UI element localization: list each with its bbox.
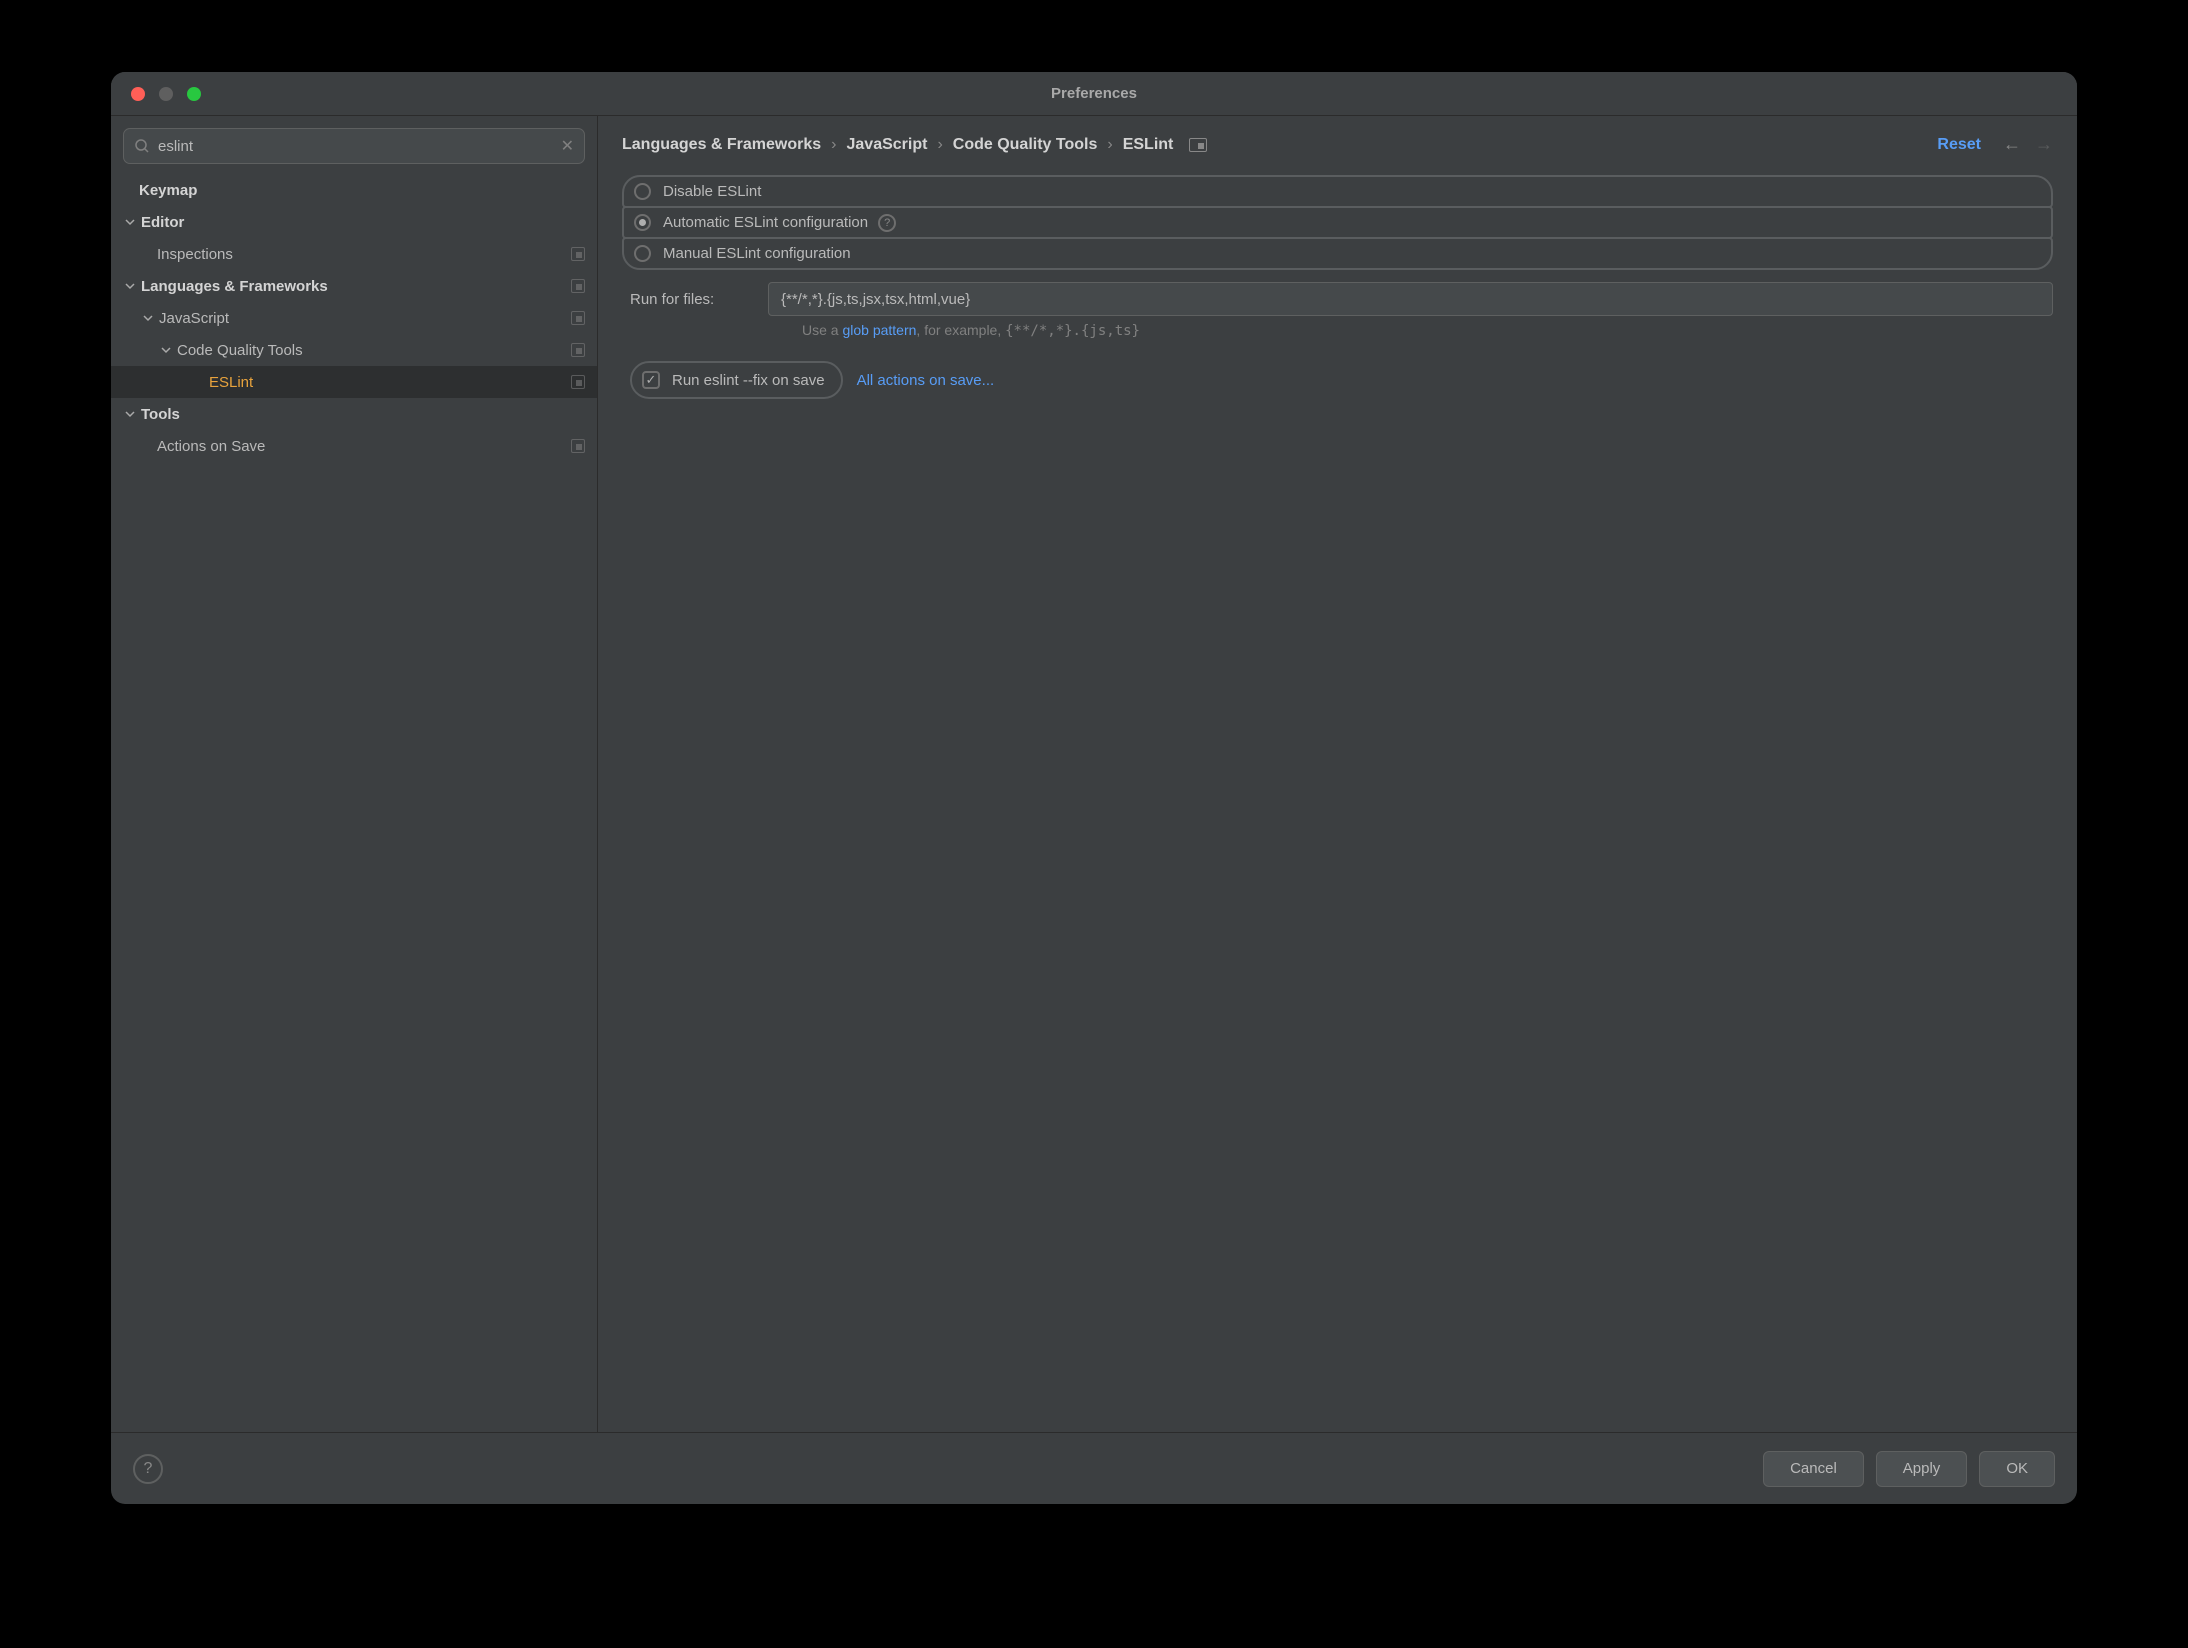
tree-inspections[interactable]: Inspections — [111, 238, 597, 270]
help-button[interactable]: ? — [133, 1454, 163, 1484]
settings-tree: Keymap Editor Inspections Languages & Fr… — [111, 174, 597, 1432]
tree-actions-on-save[interactable]: Actions on Save — [111, 430, 597, 462]
chevron-down-icon — [141, 313, 155, 323]
radio-label: Disable ESLint — [663, 183, 761, 200]
search-icon — [134, 138, 150, 154]
breadcrumb-item[interactable]: ESLint — [1123, 136, 1174, 154]
window-title: Preferences — [1051, 85, 1137, 102]
header-row: Languages & Frameworks › JavaScript › Co… — [622, 134, 2053, 155]
radio-label: Automatic ESLint configuration — [663, 214, 868, 231]
fix-on-save-toggle[interactable]: ✓ Run eslint --fix on save — [630, 361, 843, 399]
apply-button[interactable]: Apply — [1876, 1451, 1968, 1487]
radio-icon — [634, 214, 651, 231]
ok-button[interactable]: OK — [1979, 1451, 2055, 1487]
chevron-down-icon — [123, 281, 137, 291]
chevron-right-icon: › — [937, 136, 942, 154]
window-body: ✕ Keymap Editor Inspections Languages & — [111, 116, 2077, 1432]
tree-javascript[interactable]: JavaScript — [111, 302, 597, 334]
run-for-files-input[interactable] — [768, 282, 2053, 316]
tree-eslint[interactable]: ESLint — [111, 366, 597, 398]
radio-icon — [634, 183, 651, 200]
breadcrumb-item[interactable]: Languages & Frameworks — [622, 136, 821, 154]
search-input[interactable] — [150, 138, 561, 155]
reset-button[interactable]: Reset — [1937, 136, 1981, 154]
back-button[interactable]: ← — [2003, 134, 2021, 155]
project-scope-icon — [571, 311, 585, 325]
tree-keymap[interactable]: Keymap — [111, 174, 597, 206]
chevron-right-icon: › — [1107, 136, 1112, 154]
radio-label: Manual ESLint configuration — [663, 245, 851, 262]
preferences-window: Preferences ✕ Keymap Editor I — [111, 72, 2077, 1504]
fix-on-save-label: Run eslint --fix on save — [672, 372, 825, 389]
radio-icon — [634, 245, 651, 262]
window-controls — [131, 87, 201, 101]
cancel-button[interactable]: Cancel — [1763, 1451, 1864, 1487]
tree-code-quality-tools[interactable]: Code Quality Tools — [111, 334, 597, 366]
breadcrumb-item[interactable]: JavaScript — [847, 136, 928, 154]
chevron-down-icon — [123, 217, 137, 227]
fix-on-save-row: ✓ Run eslint --fix on save All actions o… — [622, 361, 2053, 399]
minimize-window-icon[interactable] — [159, 87, 173, 101]
tree-editor[interactable]: Editor — [111, 206, 597, 238]
radio-manual-eslint[interactable]: Manual ESLint configuration — [622, 237, 2053, 270]
tree-languages-frameworks[interactable]: Languages & Frameworks — [111, 270, 597, 302]
close-window-icon[interactable] — [131, 87, 145, 101]
project-scope-icon — [571, 247, 585, 261]
eslint-mode-radios: Disable ESLint Automatic ESLint configur… — [622, 175, 2053, 268]
footer: ? Cancel Apply OK — [111, 1432, 2077, 1504]
project-scope-icon — [1189, 138, 1207, 152]
all-actions-on-save-link[interactable]: All actions on save... — [857, 372, 995, 389]
maximize-window-icon[interactable] — [187, 87, 201, 101]
forward-button[interactable]: → — [2035, 134, 2053, 155]
project-scope-icon — [571, 279, 585, 293]
chevron-down-icon — [159, 345, 173, 355]
search-field[interactable]: ✕ — [123, 128, 585, 164]
main-panel: Languages & Frameworks › JavaScript › Co… — [598, 116, 2077, 1432]
run-for-files-row: Run for files: — [622, 282, 2053, 316]
radio-disable-eslint[interactable]: Disable ESLint — [622, 175, 2053, 208]
nav-arrows: ← → — [2003, 134, 2053, 155]
run-for-files-label: Run for files: — [630, 291, 750, 308]
tree-tools[interactable]: Tools — [111, 398, 597, 430]
help-icon[interactable]: ? — [878, 214, 896, 232]
project-scope-icon — [571, 375, 585, 389]
radio-automatic-eslint[interactable]: Automatic ESLint configuration ? — [622, 206, 2053, 239]
checkbox-icon: ✓ — [642, 371, 660, 389]
clear-search-icon[interactable]: ✕ — [561, 136, 574, 156]
project-scope-icon — [571, 343, 585, 357]
titlebar: Preferences — [111, 72, 2077, 116]
breadcrumb: Languages & Frameworks › JavaScript › Co… — [622, 136, 1937, 154]
chevron-right-icon: › — [831, 136, 836, 154]
sidebar: ✕ Keymap Editor Inspections Languages & — [111, 116, 598, 1432]
glob-pattern-link[interactable]: glob pattern — [842, 322, 916, 338]
glob-hint: Use a glob pattern, for example, {**/*,*… — [622, 322, 2053, 339]
glob-example: {**/*,*}.{js,ts} — [1005, 323, 1140, 339]
chevron-down-icon — [123, 409, 137, 419]
project-scope-icon — [571, 439, 585, 453]
breadcrumb-item[interactable]: Code Quality Tools — [953, 136, 1098, 154]
